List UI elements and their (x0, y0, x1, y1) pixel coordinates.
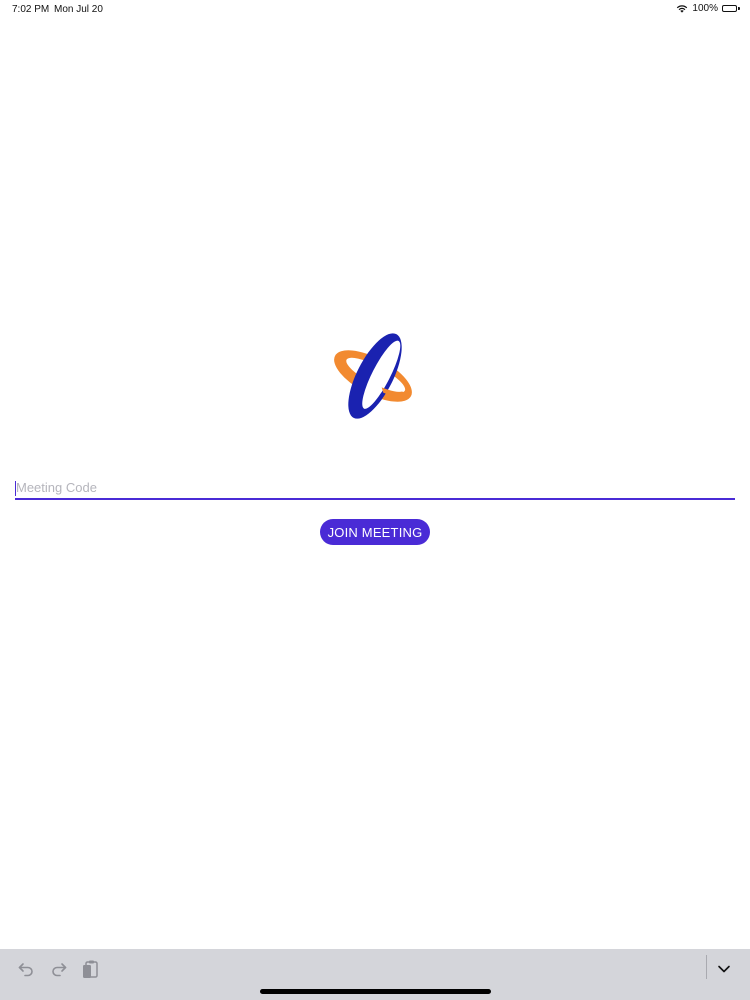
status-indicators: 100% (676, 3, 740, 14)
bar-divider (706, 955, 707, 979)
battery-percent: 100% (692, 3, 718, 14)
status-date: Mon Jul 20 (54, 4, 103, 15)
home-indicator[interactable] (260, 989, 491, 994)
join-meeting-button[interactable]: JOIN MEETING (320, 519, 430, 545)
keyboard-shortcut-bar (0, 949, 750, 1000)
battery-icon (722, 5, 740, 12)
orbit-logo-icon (328, 328, 418, 423)
join-meeting-screen: 7:02 PM Mon Jul 20 100% Meeting Code JOI… (0, 0, 750, 1000)
text-cursor (15, 481, 16, 496)
chevron-down-icon[interactable] (713, 958, 735, 980)
wifi-icon (676, 4, 688, 13)
status-bar: 7:02 PM Mon Jul 20 100% (0, 0, 750, 18)
meeting-code-field[interactable] (15, 478, 736, 500)
meeting-code-input[interactable] (15, 478, 736, 496)
undo-icon[interactable] (15, 958, 37, 980)
paste-icon[interactable] (80, 958, 102, 980)
redo-icon[interactable] (48, 958, 70, 980)
status-time: 7:02 PM (12, 4, 50, 15)
